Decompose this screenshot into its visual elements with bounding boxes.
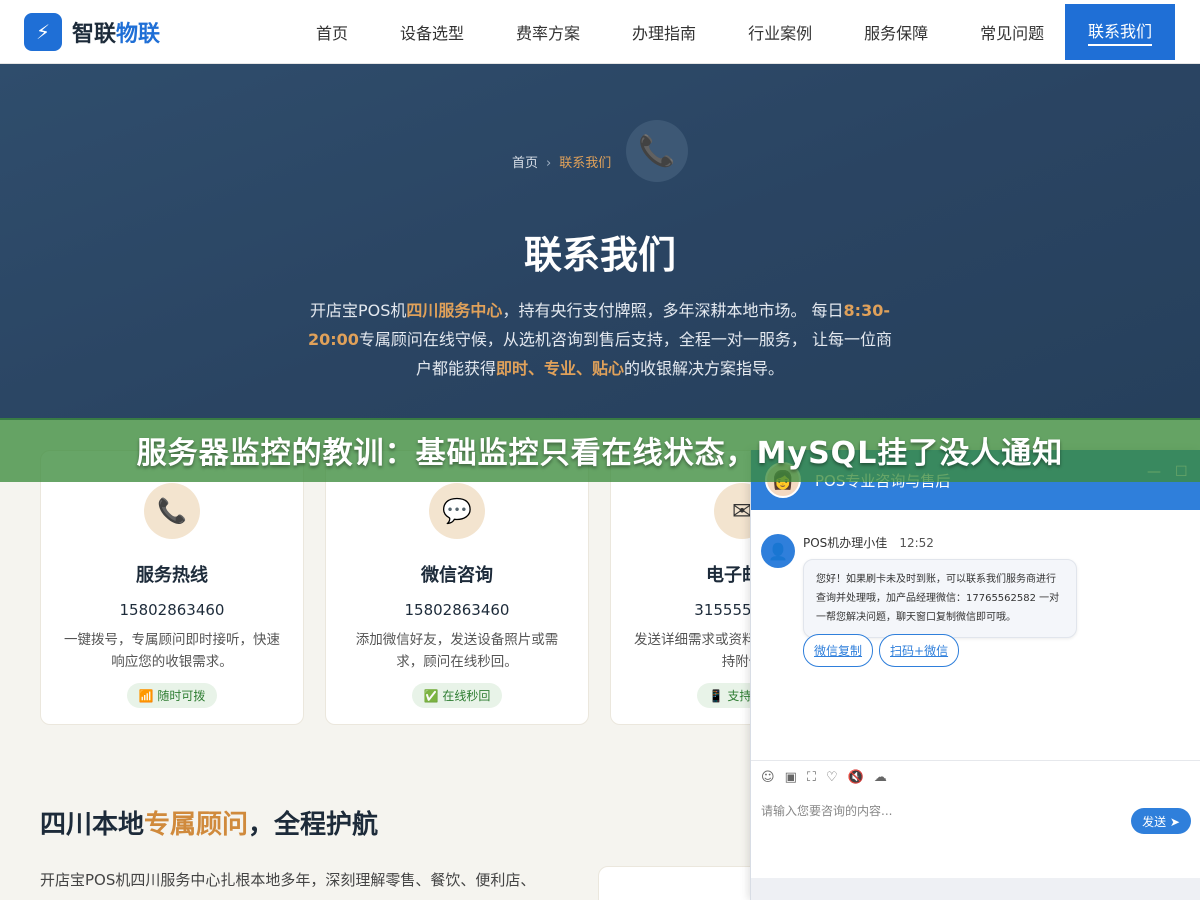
quick-reply-buttons: 微信复制 扫码+微信 <box>803 634 960 667</box>
mute-icon[interactable]: 🔇 <box>848 770 864 785</box>
nav-guide[interactable]: 办理指南 <box>606 0 722 64</box>
main-menu: 首页 设备选型 费率方案 办理指南 行业案例 服务保障 常见问题 联系我们 <box>290 0 1175 64</box>
crumb-home[interactable]: 首页 <box>512 156 538 171</box>
chat-footer <box>751 878 1200 900</box>
nav-contact-active[interactable]: 联系我们 <box>1065 4 1175 60</box>
send-button[interactable]: 发送 ➤ <box>1131 808 1191 834</box>
scan-wechat-button[interactable]: 扫码+微信 <box>879 634 960 667</box>
banner-text: 服务器监控的教训：基础监控只看在线状态，MySQL挂了没人通知 <box>136 436 1064 471</box>
favorite-icon[interactable]: ♡ <box>826 770 838 785</box>
message-meta: POS机办理小佳 12:52 <box>803 534 1077 551</box>
section-image-box <box>598 866 768 900</box>
image-icon[interactable]: ▣ <box>785 770 797 785</box>
message-bubble: 您好！如果刷卡未及时到账，可以联系我们服务商进行查询并处理哦，加产品经理微信：1… <box>803 559 1077 638</box>
chat-input[interactable]: 请输入您要咨询的内容... <box>761 802 892 819</box>
crumb-current: 联系我们 <box>559 156 612 171</box>
screenshot-icon[interactable]: ⛶ <box>807 770 816 785</box>
logo[interactable]: ⚡ 智联物联 <box>24 12 161 51</box>
breadcrumb: 首页 › 联系我们 <box>512 152 611 171</box>
copy-wechat-button[interactable]: 微信复制 <box>803 634 874 667</box>
nav-device-selection[interactable]: 设备选型 <box>374 0 490 64</box>
nav-service[interactable]: 服务保障 <box>838 0 954 64</box>
wechat-card: 💬 微信咨询 15802863460 添加微信好友，发送设备照片或需求，顾问在线… <box>325 450 589 725</box>
section-text: 开店宝POS机四川服务中心扎根本地多年，深刻理解零售、餐饮、便利店、 <box>40 871 536 889</box>
nav-home[interactable]: 首页 <box>290 0 374 64</box>
phone-icon: 📞 <box>626 120 688 182</box>
hero-section: 首页 › 联系我们 📞 联系我们 开店宝POS机四川服务中心，持有央行支付牌照，多年… <box>0 64 1200 420</box>
chat-message: 👤 POS机办理小佳 12:52 您好！如果刷卡未及时到账，可以联系我们服务商进行… <box>761 534 1077 638</box>
card-description: 添加微信好友，发送设备照片或需求，顾问在线秒回。 <box>355 632 559 670</box>
chat-bubble-icon: 💬 <box>429 483 485 539</box>
user-avatar-icon: 👤 <box>761 534 795 568</box>
hotline-card: 📞 服务热线 15802863460 一键拨号，专属顾问即时接听，快速响应您的收… <box>40 450 304 725</box>
card-value[interactable]: 15802863460 <box>326 601 588 619</box>
agent-name: POS机办理小佳 <box>803 536 888 550</box>
overlay-caption-banner: 服务器监控的教训：基础监控只看在线状态，MySQL挂了没人通知 <box>0 418 1200 482</box>
phone-icon: 📞 <box>144 483 200 539</box>
top-nav: ⚡ 智联物联 首页 设备选型 费率方案 办理指南 行业案例 服务保障 常见问题 … <box>0 0 1200 64</box>
logo-text: 智联物联 <box>72 21 161 47</box>
card-title: 微信咨询 <box>421 565 493 586</box>
card-value[interactable]: 15802863460 <box>41 601 303 619</box>
cloud-icon[interactable]: ☁ <box>874 770 887 785</box>
nav-rate-plans[interactable]: 费率方案 <box>490 0 606 64</box>
emoji-icon[interactable]: ☺ <box>761 770 775 785</box>
nav-cases[interactable]: 行业案例 <box>722 0 838 64</box>
status-badge: ✅ 在线秒回 <box>411 683 503 708</box>
crumb-separator: › <box>546 156 552 171</box>
status-badge: 📶 随时可拨 <box>126 683 218 708</box>
page-title: 联系我们 <box>523 233 676 277</box>
section-title: 四川本地专属顾问，全程护航 <box>40 810 379 840</box>
hero-description: 开店宝POS机四川服务中心，持有央行支付牌照，多年深耕本地市场。 每日8:30-… <box>307 301 893 378</box>
card-title: 服务热线 <box>136 565 208 586</box>
chat-toolbar: ☺ ▣ ⛶ ♡ 🔇 ☁ <box>761 770 887 785</box>
logo-mark-icon: ⚡ <box>24 12 62 51</box>
chat-widget: 👩 POS专业咨询与售后 — ☐ 👤 POS机办理小佳12:52 您好！如果刷卡… <box>750 450 1200 900</box>
nav-faq[interactable]: 常见问题 <box>954 0 1070 64</box>
divider <box>751 760 1200 761</box>
card-description: 一键拨号，专属顾问即时接听，快速响应您的收银需求。 <box>64 632 280 670</box>
message-time: 12:52 <box>899 536 934 550</box>
